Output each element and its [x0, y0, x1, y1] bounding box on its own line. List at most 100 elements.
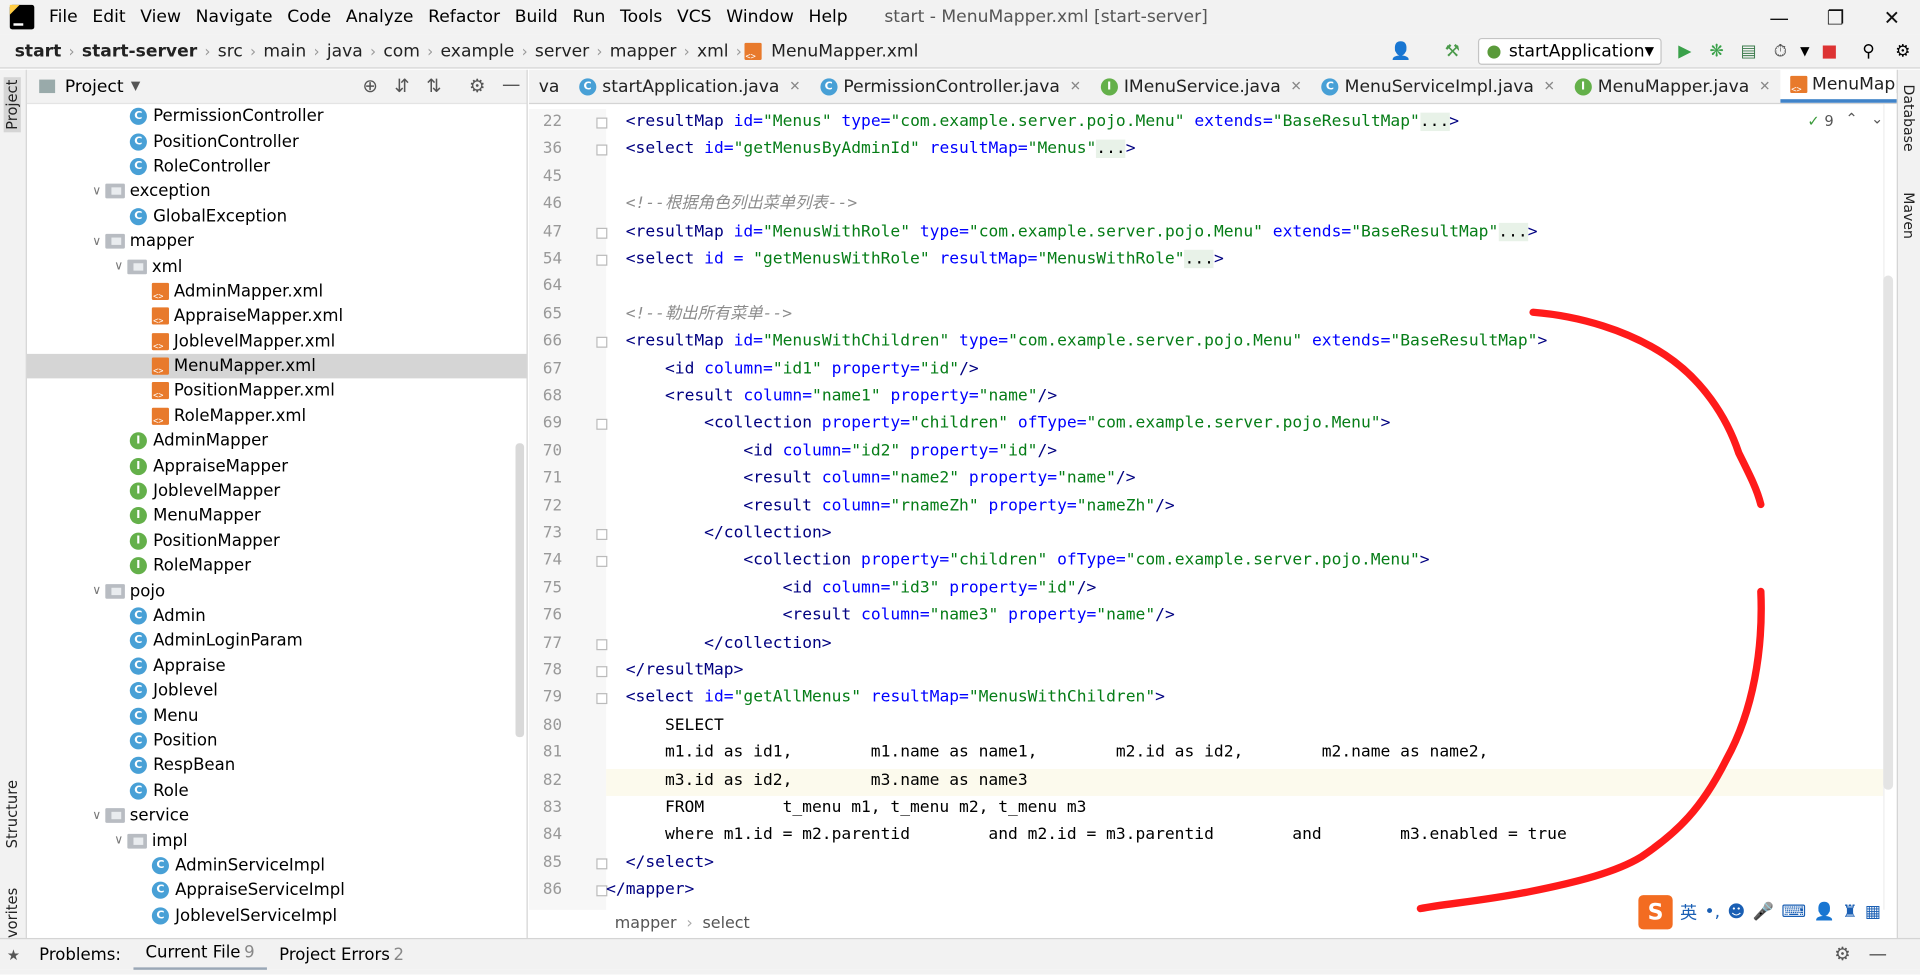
database-tool-tab[interactable]: Database [1900, 84, 1917, 151]
editor-tab[interactable]: C MenuServiceImpl.java ✕ [1312, 70, 1565, 103]
tree-item[interactable]: C Position [27, 728, 527, 753]
tree-expand-chevron-icon[interactable]: ∨ [88, 809, 105, 822]
next-highlight-icon[interactable]: ⌄ [1871, 110, 1883, 127]
menu-item-view[interactable]: View [133, 0, 188, 34]
breadcrumb-mapper[interactable]: mapper [615, 914, 677, 932]
profiler-icon[interactable]: ⏱ [1771, 42, 1791, 62]
tree-expand-chevron-icon[interactable]: ∨ [88, 185, 105, 198]
tree-item[interactable]: C PositionController [27, 129, 527, 154]
menu-item-run[interactable]: Run [565, 0, 613, 34]
tree-item[interactable]: C JoblevelServiceImpl [27, 903, 527, 928]
locate-target-icon[interactable]: ⊕ [362, 75, 377, 97]
microphone-icon[interactable]: 🎤 [1753, 902, 1774, 922]
code-token[interactable]: ... [1498, 222, 1528, 241]
debug-icon[interactable]: ❋ [1707, 42, 1727, 62]
breadcrumb-item[interactable]: xml [692, 41, 733, 61]
breadcrumb-item[interactable]: server [530, 41, 594, 61]
editor-tab[interactable]: I MenuMapper.java ✕ [1565, 70, 1780, 103]
close-tab-icon[interactable]: ✕ [1759, 78, 1770, 94]
tree-item[interactable]: C AdminServiceImpl [27, 853, 527, 878]
breadcrumb-select[interactable]: select [702, 914, 749, 932]
more-run-chevron-icon[interactable]: ▼ [1795, 42, 1815, 62]
run-icon[interactable]: ▶ [1675, 42, 1695, 62]
editor-scrollbar[interactable] [1883, 275, 1894, 790]
breadcrumb-item[interactable]: start-server [77, 41, 202, 61]
breadcrumb-item[interactable]: mapper [605, 41, 681, 61]
tree-item[interactable]: AdminMapper.xml [27, 279, 527, 304]
tree-expand-chevron-icon[interactable]: ∨ [110, 260, 127, 273]
tree-item[interactable]: ∨ pojo [27, 578, 527, 603]
problems-tab[interactable]: Problems: [27, 939, 133, 971]
tree-item[interactable]: ∨ service [27, 803, 527, 828]
tree-item[interactable]: MenuMapper.xml [26, 353, 527, 379]
breadcrumb-item[interactable]: main [259, 41, 312, 61]
stop-icon[interactable]: ■ [1820, 42, 1840, 62]
menu-item-file[interactable]: File [42, 0, 85, 34]
chevron-down-icon[interactable]: ▼ [131, 80, 140, 93]
menu-item-help[interactable]: Help [801, 0, 855, 34]
punctuation-icon[interactable]: •, [1705, 902, 1721, 922]
settings-gear-icon[interactable]: ⚙ [469, 75, 485, 97]
hide-panel-icon[interactable]: — [502, 73, 520, 95]
tree-scrollbar[interactable] [515, 443, 525, 738]
tree-expand-chevron-icon[interactable]: ∨ [110, 834, 127, 847]
minimize-icon[interactable]: — [1751, 0, 1807, 34]
tree-item[interactable]: I MenuMapper [27, 504, 527, 529]
close-tab-icon[interactable]: ✕ [1544, 78, 1555, 94]
search-icon[interactable]: ⚲ [1859, 42, 1879, 62]
tree-item[interactable]: ∨ xml [27, 254, 527, 279]
breadcrumb-item[interactable]: example [436, 41, 520, 61]
menu-item-vcs[interactable]: VCS [670, 0, 719, 34]
tree-item[interactable]: AppraiseMapper.xml [27, 304, 527, 329]
tree-item[interactable]: C Appraise [27, 653, 527, 678]
breadcrumb-item[interactable]: start [10, 41, 66, 61]
expand-all-icon[interactable]: ⇵ [394, 75, 409, 97]
toolbox-grid-icon[interactable]: ▦ [1865, 902, 1881, 922]
close-tab-icon[interactable]: ✕ [1291, 78, 1302, 94]
skin-shirt-icon[interactable]: ♜ [1842, 902, 1857, 922]
tree-item[interactable]: C Role [27, 778, 527, 803]
menu-item-window[interactable]: Window [719, 0, 801, 34]
tree-item[interactable]: ∨ mapper [27, 229, 527, 254]
menu-item-refactor[interactable]: Refactor [421, 0, 508, 34]
tree-item[interactable]: PositionMapper.xml [27, 379, 527, 404]
menu-item-build[interactable]: Build [507, 0, 565, 34]
editor-tab[interactable]: va [529, 70, 569, 103]
structure-tool-tab[interactable]: Structure [4, 780, 21, 848]
maven-tool-tab[interactable]: Maven [1900, 192, 1917, 239]
tree-item[interactable]: I RoleMapper [27, 554, 527, 579]
breadcrumb-item[interactable]: com [378, 41, 424, 61]
tree-item[interactable]: I AdminMapper [27, 429, 527, 454]
settings-gear-icon[interactable]: ⚙ [1893, 42, 1913, 62]
tree-item[interactable]: ∨ exception [27, 179, 527, 204]
tree-item[interactable]: RoleMapper.xml [27, 404, 527, 429]
menu-item-navigate[interactable]: Navigate [188, 0, 280, 34]
tree-expand-chevron-icon[interactable]: ∨ [88, 584, 105, 597]
close-tab-icon[interactable]: ✕ [789, 78, 800, 94]
editor-tab[interactable]: C PermissionController.java ✕ [810, 70, 1091, 103]
previous-highlight-icon[interactable]: ⌃ [1845, 110, 1857, 127]
code-token[interactable]: ... [1184, 249, 1214, 268]
tree-item[interactable]: I PositionMapper [27, 529, 527, 554]
problems-tab[interactable]: Project Errors 2 [267, 939, 416, 971]
close-tab-icon[interactable]: ✕ [1070, 78, 1081, 94]
breadcrumb-item[interactable]: src [213, 41, 248, 61]
breadcrumb-item[interactable]: MenuMapper.xml [766, 41, 923, 61]
restore-icon[interactable]: ❐ [1807, 0, 1863, 34]
code-token[interactable]: ... [1096, 140, 1126, 159]
project-tool-tab[interactable]: Project [3, 77, 21, 133]
tree-item[interactable]: C AdminLoginParam [27, 628, 527, 653]
tree-item[interactable]: I AppraiseMapper [27, 454, 527, 479]
close-icon[interactable]: ✕ [1864, 0, 1920, 34]
tree-item[interactable]: C GlobalException [27, 204, 527, 229]
tree-item[interactable]: ∨ impl [27, 828, 527, 853]
tree-item[interactable]: C Joblevel [27, 678, 527, 703]
menu-item-analyze[interactable]: Analyze [338, 0, 420, 34]
settings-gear-icon[interactable]: ⚙ [1834, 943, 1850, 965]
code-token[interactable]: ... [1419, 112, 1450, 131]
coverage-icon[interactable]: ▤ [1739, 42, 1759, 62]
menu-item-tools[interactable]: Tools [613, 0, 670, 34]
tree-expand-chevron-icon[interactable]: ∨ [88, 235, 105, 248]
sogou-logo-icon[interactable]: S [1638, 895, 1673, 930]
breadcrumb-item[interactable]: java [322, 41, 368, 61]
